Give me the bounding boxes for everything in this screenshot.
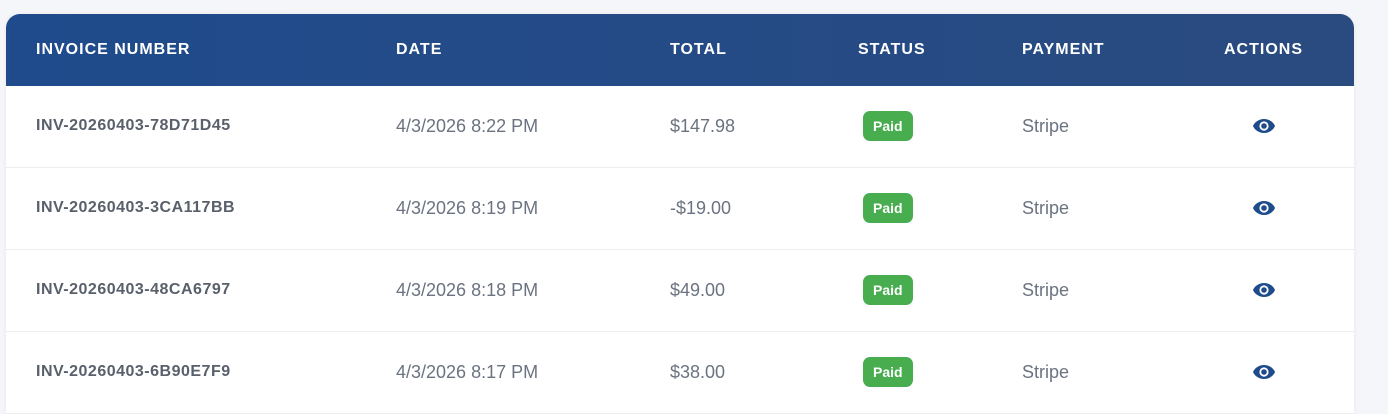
invoice-number: INV-20260403-78D71D45: [36, 117, 231, 134]
invoices-table: INVOICE NUMBER DATE TOTAL STATUS PAYMENT…: [6, 14, 1354, 414]
view-invoice-button[interactable]: [1252, 168, 1276, 248]
page-background-edge: [1368, 0, 1388, 401]
invoice-number: INV-20260403-3CA117BB: [36, 199, 236, 216]
table-row: INV-20260403-48CA6797 4/3/2026 8:18 PM $…: [6, 250, 1354, 332]
header-actions: ACTIONS: [1224, 41, 1303, 58]
view-invoice-button[interactable]: [1252, 86, 1276, 166]
table-row: INV-20260403-6B90E7F9 4/3/2026 8:17 PM $…: [6, 332, 1354, 414]
table-header: INVOICE NUMBER DATE TOTAL STATUS PAYMENT…: [6, 14, 1354, 86]
eye-icon: [1253, 365, 1275, 379]
payment-method: Stripe: [1022, 362, 1070, 382]
status-badge: Paid: [863, 193, 913, 223]
status-badge: Paid: [863, 357, 913, 387]
invoice-total: $147.98: [670, 116, 736, 136]
eye-icon: [1253, 201, 1275, 215]
invoice-number: INV-20260403-6B90E7F9: [36, 363, 231, 380]
invoice-date: 4/3/2026 8:18 PM: [396, 280, 539, 300]
status-badge: Paid: [863, 275, 913, 305]
payment-method: Stripe: [1022, 116, 1070, 136]
header-status[interactable]: STATUS: [858, 14, 926, 86]
invoice-date: 4/3/2026 8:19 PM: [396, 198, 539, 218]
invoice-number: INV-20260403-48CA6797: [36, 281, 231, 298]
invoice-total: $49.00: [670, 280, 726, 300]
view-invoice-button[interactable]: [1252, 332, 1276, 412]
header-payment[interactable]: PAYMENT: [1022, 14, 1105, 86]
invoice-total: -$19.00: [670, 198, 732, 218]
status-badge: Paid: [863, 111, 913, 141]
invoice-date: 4/3/2026 8:22 PM: [396, 116, 539, 136]
payment-method: Stripe: [1022, 280, 1070, 300]
payment-method: Stripe: [1022, 198, 1070, 218]
eye-icon: [1253, 283, 1275, 297]
header-invoice-number[interactable]: INVOICE NUMBER: [36, 14, 190, 86]
header-total[interactable]: TOTAL: [670, 14, 727, 86]
invoice-total: $38.00: [670, 362, 726, 382]
header-date[interactable]: DATE: [396, 14, 442, 86]
eye-icon: [1253, 119, 1275, 133]
view-invoice-button[interactable]: [1252, 250, 1276, 330]
invoice-date: 4/3/2026 8:17 PM: [396, 362, 539, 382]
table-row: INV-20260403-3CA117BB 4/3/2026 8:19 PM -…: [6, 168, 1354, 250]
table-row: INV-20260403-78D71D45 4/3/2026 8:22 PM $…: [6, 86, 1354, 168]
